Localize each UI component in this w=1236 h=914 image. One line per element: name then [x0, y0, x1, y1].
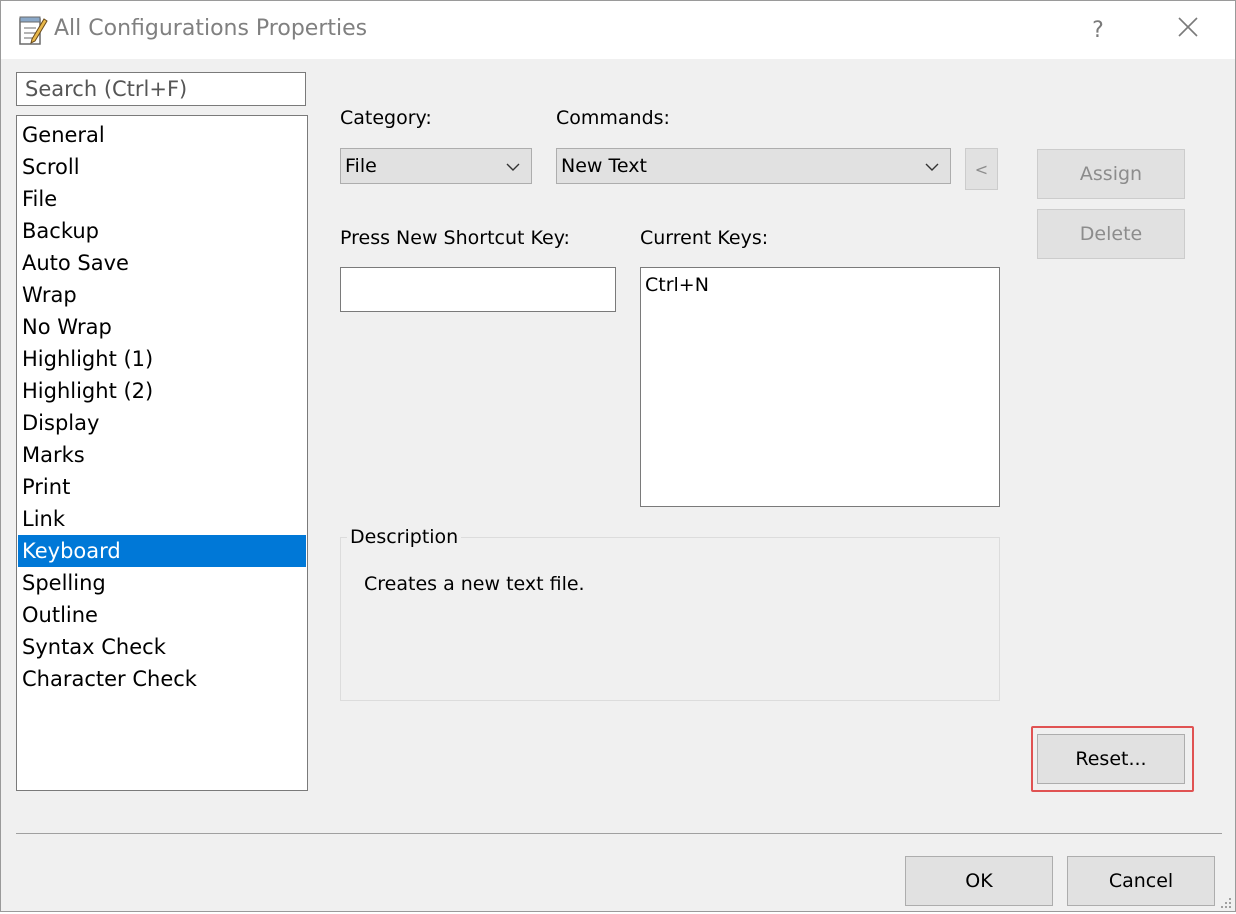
sidebar-item-file[interactable]: File: [18, 183, 306, 215]
dialog-window: All Configurations Properties ? GeneralS…: [0, 0, 1236, 912]
sidebar-item-marks[interactable]: Marks: [18, 439, 306, 471]
highlight-box: [1031, 726, 1194, 792]
category-value: File: [345, 155, 377, 177]
description-title: Description: [347, 526, 462, 548]
commands-value: New Text: [561, 155, 647, 177]
close-button[interactable]: [1165, 9, 1211, 51]
sidebar-item-highlight-2[interactable]: Highlight (2): [18, 375, 306, 407]
sidebar-item-link[interactable]: Link: [18, 503, 306, 535]
resize-grip-icon[interactable]: [1219, 895, 1233, 909]
category-dropdown[interactable]: File: [340, 148, 532, 184]
search-input[interactable]: [16, 72, 306, 106]
shortcut-input[interactable]: [340, 267, 616, 312]
sidebar-item-spelling[interactable]: Spelling: [18, 567, 306, 599]
sidebar-item-highlight-1[interactable]: Highlight (1): [18, 343, 306, 375]
sidebar-item-display[interactable]: Display: [18, 407, 306, 439]
window-title: All Configurations Properties: [54, 16, 368, 41]
chevron-down-icon: [924, 158, 940, 174]
current-key-item[interactable]: Ctrl+N: [645, 274, 709, 296]
current-keys-list[interactable]: Ctrl+N: [640, 267, 1000, 507]
ok-button[interactable]: OK: [905, 856, 1053, 906]
category-list: General Scroll File Backup Auto Save Wrap No W…: [16, 115, 308, 791]
sidebar-item-keyboard[interactable]: Keyboard: [18, 535, 306, 567]
description-group: Description Creates a new text file.: [340, 526, 1000, 701]
sidebar-item-auto-save[interactable]: Auto Save: [18, 247, 306, 279]
footer-separator: [16, 833, 1222, 834]
notepad-icon: [17, 13, 49, 47]
delete-button[interactable]: Delete: [1037, 209, 1185, 259]
sidebar-item-scroll[interactable]: Scroll: [18, 151, 306, 183]
sidebar-item-print[interactable]: Print: [18, 471, 306, 503]
sidebar-item-wrap[interactable]: Wrap: [18, 279, 306, 311]
description-text: Creates a new text file.: [364, 573, 585, 595]
sidebar-item-outline[interactable]: Outline: [18, 599, 306, 631]
assign-button[interactable]: Assign: [1037, 149, 1185, 199]
back-button[interactable]: <: [965, 148, 998, 190]
press-shortcut-label: Press New Shortcut Key:: [340, 227, 570, 249]
current-keys-label: Current Keys:: [640, 227, 769, 249]
sidebar-item-syntax-check[interactable]: Syntax Check: [18, 631, 306, 663]
commands-dropdown[interactable]: New Text: [556, 148, 951, 184]
sidebar-item-general[interactable]: General: [18, 119, 306, 151]
commands-label: Commands:: [556, 107, 670, 129]
close-icon: [1177, 16, 1199, 44]
sidebar-item-character-check[interactable]: Character Check: [18, 663, 306, 695]
help-button[interactable]: ?: [1075, 9, 1121, 51]
category-label: Category:: [340, 107, 432, 129]
sidebar-item-no-wrap[interactable]: No Wrap: [18, 311, 306, 343]
cancel-button[interactable]: Cancel: [1067, 856, 1215, 906]
chevron-down-icon: [505, 158, 521, 174]
sidebar-item-backup[interactable]: Backup: [18, 215, 306, 247]
title-bar: All Configurations Properties ?: [1, 1, 1235, 59]
